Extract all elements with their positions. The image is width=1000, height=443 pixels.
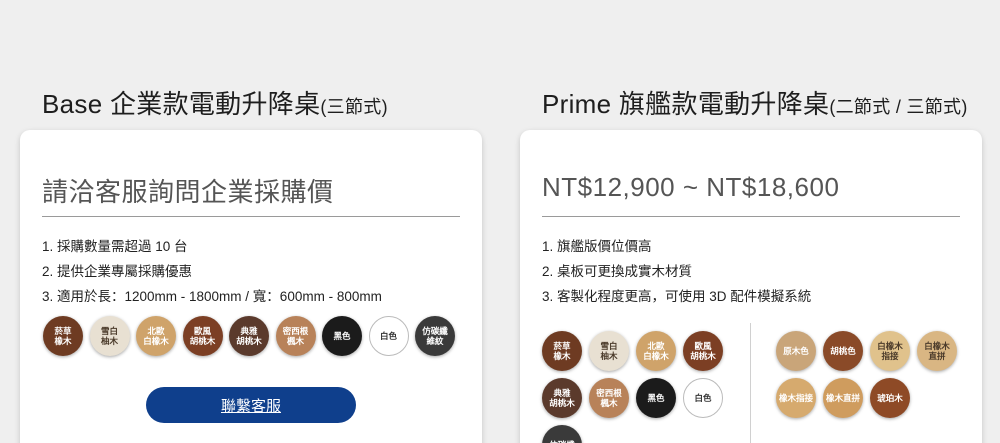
feature-item: 2. 提供企業專屬採購優惠 xyxy=(42,264,193,279)
color-swatch[interactable]: 仿碳纖 xyxy=(542,425,582,443)
color-swatch[interactable]: 琥珀木 xyxy=(870,378,910,418)
title-suffix: (二節式 / 三節式) xyxy=(829,97,968,117)
color-swatch[interactable]: 橡木指接 xyxy=(776,378,816,418)
color-swatch[interactable]: 仿碳纖 維紋 xyxy=(415,316,455,356)
color-swatch[interactable]: 白色 xyxy=(368,316,409,356)
feature-list: 1. 採購數量需超過 10 台 2. 提供企業專屬採購優惠 3. 適用於長：12… xyxy=(42,234,382,309)
color-swatch[interactable]: 雪白 柚木 xyxy=(589,331,629,371)
vertical-divider xyxy=(750,323,751,443)
color-swatch[interactable]: 黑色 xyxy=(636,378,676,418)
color-swatch[interactable]: 菸草 橡木 xyxy=(542,331,582,371)
color-swatch[interactable]: 黑色 xyxy=(322,316,362,356)
prime-desk-card: NT$12,900 ~ NT$18,600 1. 旗艦版價位價高 2. 桌板可更… xyxy=(520,130,982,443)
feature-item: 2. 桌板可更換成實木材質 xyxy=(542,264,693,279)
color-swatch[interactable]: 菸草 橡木 xyxy=(43,316,83,356)
color-swatch[interactable]: 白色 xyxy=(683,378,723,418)
color-swatch[interactable]: 胡桃色 xyxy=(823,331,863,371)
color-swatch[interactable]: 歐風 胡桃木 xyxy=(683,331,723,371)
color-swatch[interactable]: 歐風 胡桃木 xyxy=(182,316,223,356)
title-text: Prime 旗艦款電動升降桌 xyxy=(542,89,830,119)
feature-item: 3. 客製化程度更高，可使用 3D 配件模擬系統 xyxy=(542,289,812,304)
base-desk-title: Base 企業款電動升降桌(三節式) xyxy=(42,84,388,121)
title-text: Base 企業款電動升降桌 xyxy=(42,89,321,119)
title-suffix: (三節式) xyxy=(320,97,388,117)
color-swatch[interactable]: 北歐 白橡木 xyxy=(136,316,176,356)
color-swatch[interactable]: 密西根 楓木 xyxy=(589,378,629,418)
feature-item: 1. 旗艦版價位價高 xyxy=(542,239,652,254)
divider xyxy=(542,216,960,217)
color-swatch[interactable]: 北歐 白橡木 xyxy=(636,331,676,371)
price-text: NT$12,900 ~ NT$18,600 xyxy=(542,172,840,202)
color-swatch[interactable]: 雪白 柚木 xyxy=(89,316,130,356)
price-text: 請洽客服詢問企業採購價 xyxy=(42,177,334,207)
feature-item: 1. 採購數量需超過 10 台 xyxy=(42,239,188,254)
feature-item: 3. 適用於長：1200mm - 1800mm / 寬：600mm - 800m… xyxy=(42,289,382,304)
color-swatch[interactable]: 密西根 楓木 xyxy=(275,316,316,356)
color-swatch[interactable]: 白橡木 直拼 xyxy=(917,331,957,371)
color-swatch[interactable]: 典雅 胡桃木 xyxy=(229,316,269,356)
contact-support-button[interactable]: 聯繫客服 xyxy=(146,387,356,423)
prime-desk-title: Prime 旗艦款電動升降桌(二節式 / 三節式) xyxy=(542,84,968,121)
color-swatch[interactable]: 典雅 胡桃木 xyxy=(542,378,582,418)
base-desk-card: 請洽客服詢問企業採購價 1. 採購數量需超過 10 台 2. 提供企業專屬採購優… xyxy=(20,130,482,443)
color-swatch[interactable]: 原木色 xyxy=(776,331,816,371)
feature-list: 1. 旗艦版價位價高 2. 桌板可更換成實木材質 3. 客製化程度更高，可使用 … xyxy=(542,234,811,309)
color-swatch[interactable]: 橡木直拼 xyxy=(823,378,863,418)
color-swatch[interactable]: 白橡木 指接 xyxy=(870,331,910,371)
divider xyxy=(42,216,460,217)
